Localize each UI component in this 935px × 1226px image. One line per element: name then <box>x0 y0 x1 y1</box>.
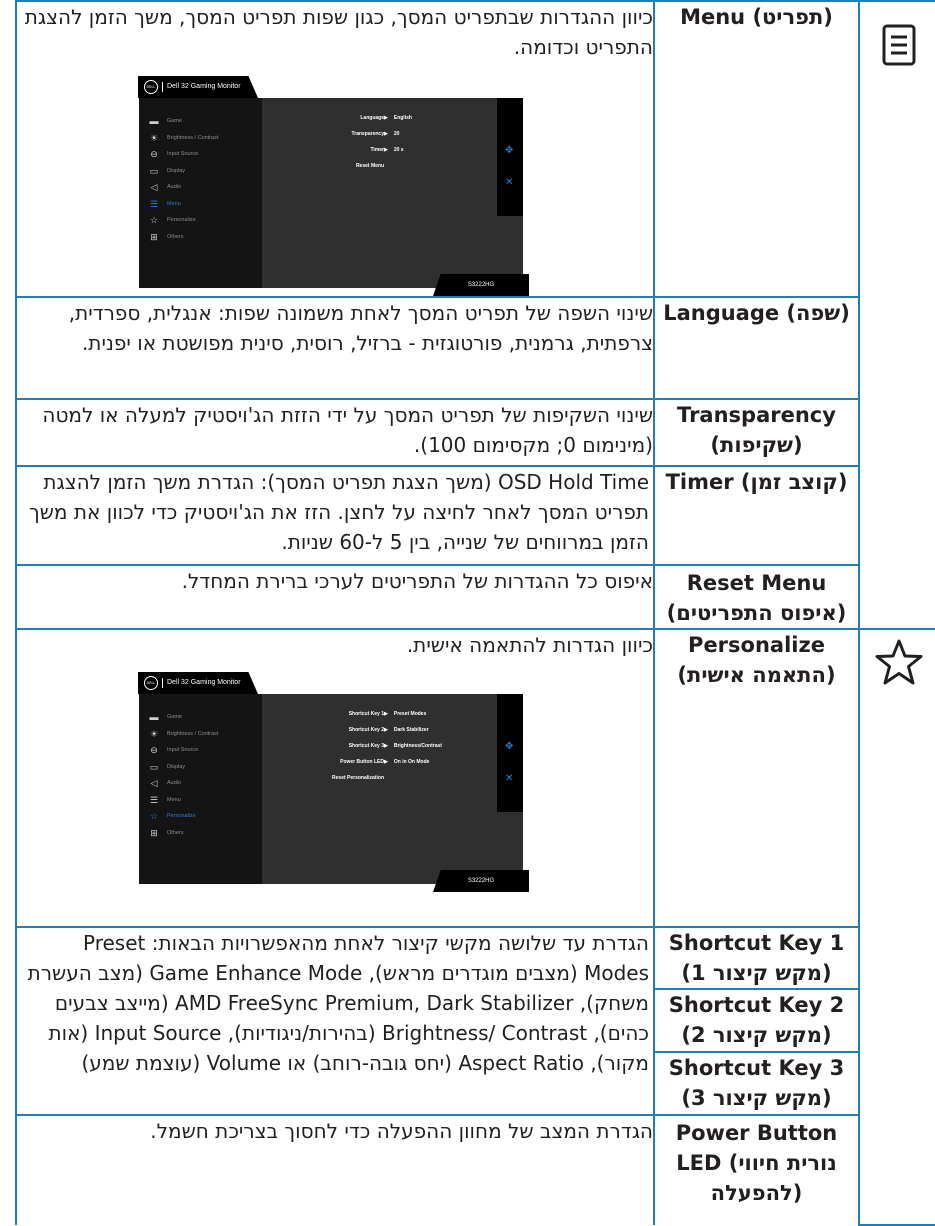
dell-logo: DELL <box>144 80 158 94</box>
osd-option-row[interactable]: Reset Menu <box>274 158 384 174</box>
osd-options-panel: Language ▶ English Transparency ▶ 20 Timer ▶ 20 … <box>262 98 523 288</box>
shortcut-key-2-name: Shortcut Key 2 (מקש קיצור 2) <box>653 988 860 1053</box>
menu-icon-cell <box>858 0 935 630</box>
osd-header: DELL Dell 32 Gaming Monitor <box>138 76 258 98</box>
osd-sidebar: ▬ Game ☀ Brightness / Contrast ⊖ Input Source… <box>139 694 262 884</box>
dell-logo: DELL <box>144 676 158 690</box>
transparency-name: Transparency (שקיפות) <box>653 398 860 467</box>
osd-nav-strip: ✥ ✕ <box>497 98 523 216</box>
shortcut-description: הגדרת עד שלושה מקשי קיצור לאחת מהאפשרויו… <box>15 926 655 1116</box>
table-row: OSD Hold Time (משך הצגת תפריט המסך): הגד… <box>15 465 935 566</box>
timer-description: OSD Hold Time (משך הצגת תפריט המסך): הגד… <box>15 465 655 566</box>
personalize-icon-cell <box>858 628 935 1226</box>
joystick-icon: ✥ <box>505 741 514 752</box>
table-row: איפוס כל ההגדרות של התפריטים לערכי ברירת… <box>15 564 935 630</box>
reset-menu-name: Reset Menu (איפוס התפריטים) <box>653 564 860 630</box>
star-icon <box>875 639 922 685</box>
shortcut-key-3-name: Shortcut Key 3 (מקש קיצור 3) <box>653 1051 860 1116</box>
reset-menu-description: איפוס כל ההגדרות של התפריטים לערכי ברירת… <box>15 564 655 630</box>
table-row: כיוון ההגדרות שבתפריט המסך, כגון שפות תפ… <box>15 0 935 630</box>
joystick-icon: ✥ <box>505 145 514 156</box>
osd-nav-strip: ✥ ✕ <box>497 694 523 812</box>
osd-sidebar-label: Others <box>167 233 184 240</box>
menu-description: כיוון ההגדרות שבתפריט המסך, כגון שפות תפ… <box>24 5 653 59</box>
triangle-right-icon: ▶ <box>384 759 388 765</box>
menu-icon <box>882 24 915 66</box>
power-led-name: Power Button LED (נורית חיווי להפעלה) <box>653 1114 860 1225</box>
osd-option-value: ▶ On in On Mode <box>384 747 429 777</box>
osd-sidebar-item[interactable]: ⊞ Others <box>147 229 183 245</box>
transparency-description: שינוי השקיפות של תפריט המסך על ידי הזזת … <box>15 398 655 467</box>
osd-sidebar: ▬ Game ☀ Brightness / Contrast ⊖ Input Source… <box>139 98 262 288</box>
table-row: הגדרת עד שלושה מקשי קיצור לאחת מהאפשרויו… <box>15 926 935 1116</box>
osd-option-label: Reset Personalization <box>332 775 384 781</box>
close-icon: ✕ <box>505 177 514 188</box>
table-row: שינוי השפה של תפריט המסך לאחת משמונה שפו… <box>15 296 935 400</box>
table-row: כיוון הגדרות להתאמה אישית. DELL Dell 32 G… <box>15 628 935 1226</box>
personalize-name: Personalize (התאמה אישית) <box>653 628 860 928</box>
osd-screenshot-menu: DELL Dell 32 Gaming Monitor ▬ Game ☀ Brightne… <box>138 76 529 296</box>
table-row: הגדרת המצב של מחוון ההפעלה כדי לחסוך בצר… <box>15 1114 935 1225</box>
others-icon: ⊞ <box>150 231 158 242</box>
osd-model-label: S3222HG <box>433 274 529 296</box>
personalize-description-cell: כיוון הגדרות להתאמה אישית. DELL Dell 32 G… <box>15 628 655 928</box>
osd-option-value-text: On in On Mode <box>393 759 430 765</box>
osd-sidebar-label: Others <box>167 829 184 836</box>
language-description: שינוי השפה של תפריט המסך לאחת משמונה שפו… <box>15 296 655 400</box>
personalize-description: כיוון הגדרות להתאמה אישית. <box>406 633 653 657</box>
osd-screenshot-personalize: DELL Dell 32 Gaming Monitor ▬ Game ☀ Brightne… <box>138 672 529 892</box>
osd-option-value: ▶ 20 s <box>384 135 404 165</box>
language-name: Language (שפה) <box>653 296 860 400</box>
osd-option-label: Reset Menu <box>355 163 384 169</box>
close-icon: ✕ <box>505 773 514 784</box>
osd-header-separator <box>162 82 163 92</box>
menu-name: Menu (תפריט) <box>680 5 833 29</box>
manual-page: כיוון ההגדרות שבתפריט המסך, כגון שפות תפ… <box>0 0 935 1226</box>
osd-sidebar-item[interactable]: ⊞ Others <box>147 825 183 841</box>
osd-model-label: S3222HG <box>433 870 529 892</box>
osd-settings-table: כיוון ההגדרות שבתפריט המסך, כגון שפות תפ… <box>15 0 935 1226</box>
osd-options-panel: Shortcut Key 1 ▶ Preset Modes Shortcut Key … <box>262 694 523 884</box>
power-led-description: הגדרת המצב של מחוון ההפעלה כדי לחסוך בצר… <box>15 1114 655 1225</box>
timer-name: Timer (קוצב זמן) <box>653 465 860 566</box>
table-row: שינוי השקיפות של תפריט המסך על ידי הזזת … <box>15 398 935 467</box>
menu-description-cell: כיוון ההגדרות שבתפריט המסך, כגון שפות תפ… <box>15 0 655 298</box>
osd-option-row[interactable]: Reset Personalization <box>274 770 384 786</box>
osd-header: DELL Dell 32 Gaming Monitor <box>138 672 258 694</box>
osd-header-separator <box>162 678 163 688</box>
osd-option-value-text: 20 s <box>393 147 404 153</box>
others-icon: ⊞ <box>150 827 158 838</box>
triangle-right-icon: ▶ <box>384 147 388 153</box>
shortcut-key-1-name: Shortcut Key 1 (מקש קיצור 1) <box>653 926 860 990</box>
menu-name-cell: Menu (תפריט) <box>653 0 860 298</box>
